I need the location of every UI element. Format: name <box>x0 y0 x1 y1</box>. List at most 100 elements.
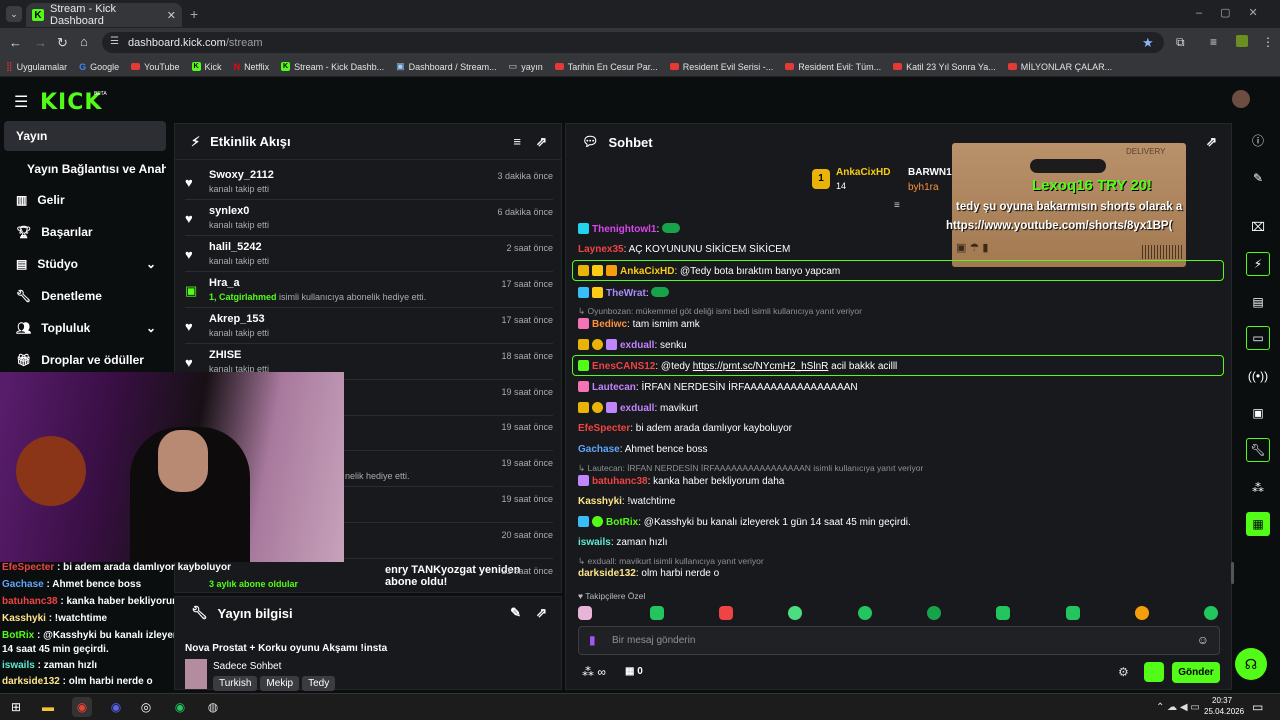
emote-icon[interactable] <box>1135 606 1149 620</box>
chat-message[interactable]: AnkaCixHD: @Tedy bota bıraktım banyo yap… <box>578 265 840 277</box>
chat-message[interactable]: Gachase: Ahmet bence boss <box>578 444 708 455</box>
bookmark-google[interactable]: G Google <box>79 62 119 72</box>
chat-message[interactable]: Kasshyki: !watchtime <box>578 496 675 507</box>
chat-message[interactable]: exduall: senku <box>578 339 687 351</box>
emote-icon[interactable] <box>996 606 1010 620</box>
sidebar-item-droplar[interactable]: 🎁︎ Droplar ve ödüller <box>4 345 166 375</box>
sidebar-item-denetleme[interactable]: 🔧︎ Denetleme <box>4 281 166 311</box>
points-display[interactable]: ⁂ ∞ <box>582 665 606 679</box>
popout-icon[interactable]: ⇗ <box>536 605 547 621</box>
xbox-icon[interactable]: ◉ <box>170 697 190 717</box>
print-icon[interactable]: ▣ <box>1246 401 1270 425</box>
expand-pinned-icon[interactable]: ≡ <box>894 200 900 211</box>
emote-icon[interactable] <box>650 606 664 620</box>
chat-message[interactable]: Lautecan: İRFAN NERDESİN İRFAAAAAAAAAAAA… <box>578 381 858 393</box>
activity-event[interactable]: ▣ Hra_a 1, Catgirlahmed isimli kullanıcıya… <box>185 273 553 308</box>
file-explorer-icon[interactable]: ▬ <box>38 697 58 717</box>
activity-event[interactable]: ♥ Swoxy_2112 kanalı takip etti 3 dakika önc… <box>185 165 553 200</box>
chat-scrollbar[interactable] <box>1231 562 1234 584</box>
bookmark-folder[interactable]: ▭ yayın <box>509 61 543 72</box>
clapperboard-icon[interactable]: ▦ <box>1246 512 1270 536</box>
discord-icon[interactable]: ◉ <box>106 697 126 717</box>
chat-message[interactable]: BotRix: @Kasshyki bu kanalı izleyerek 1 … <box>578 516 911 528</box>
activity-event[interactable]: ♥ Akrep_153 kanalı takip etti 17 saat önce <box>185 309 553 344</box>
activity-event[interactable]: ♥ synlex0 kanalı takip etti 6 dakika önce <box>185 201 553 236</box>
sidebar-item-yayin[interactable]: Yayın <box>4 121 166 151</box>
wrench-icon[interactable]: 🔧︎ <box>1246 438 1270 462</box>
browser-tab[interactable]: K Stream - Kick Dashboard ✕ <box>26 3 182 27</box>
bookmark-apps[interactable]: ⣿ Uygulamalar <box>6 61 67 72</box>
chat-message[interactable]: iswails: zaman hızlı <box>578 537 668 548</box>
chat-message[interactable]: TheWrat: <box>578 287 670 299</box>
bookmark-yt-1[interactable]: Tarihin En Cesur Par... <box>554 62 658 72</box>
extensions-icon[interactable]: ⧉ <box>1176 35 1185 50</box>
bookmark-yt-2[interactable]: Resident Evil Serisi -... <box>669 62 773 72</box>
bookmark-youtube[interactable]: YouTube <box>131 62 180 72</box>
emote-icon[interactable] <box>578 606 592 620</box>
chat-message[interactable]: EfeSpecter: bi adem arada damlıyor kaybo… <box>578 423 792 434</box>
chat-message[interactable]: Thenightowl1: <box>578 223 681 235</box>
emote-icon[interactable] <box>719 606 733 620</box>
notification-icon[interactable]: ▭ <box>1252 700 1263 714</box>
bookmark-stream[interactable]: K Stream - Kick Dashb... <box>281 62 384 72</box>
camera-icon[interactable]: ⌧ <box>1246 215 1270 239</box>
sidebar-item-basarilar[interactable]: 🏆︎ Başarılar <box>4 217 166 247</box>
emote-icon[interactable] <box>927 606 941 620</box>
send-button[interactable]: Gönder <box>1172 662 1220 683</box>
chat-link[interactable]: https://prnt.sc/NYcmH2_hSlnR <box>693 361 829 372</box>
chat-message[interactable]: darkside132: olm harbi nerde o <box>578 568 719 579</box>
window-controls[interactable]: –▢✕ <box>1196 6 1276 19</box>
bookmark-netflix[interactable]: N Netflix <box>234 62 270 72</box>
bookmark-kick[interactable]: K Kick <box>191 62 222 72</box>
obs-icon[interactable]: ◍ <box>203 697 223 717</box>
back-icon[interactable]: ← <box>9 35 22 50</box>
new-tab-icon[interactable]: + <box>190 6 198 22</box>
broadcast-icon[interactable]: ((•)) <box>1246 364 1270 388</box>
popout-icon[interactable]: ⇗ <box>536 134 547 150</box>
info-icon[interactable]: ⓘ <box>1246 128 1270 152</box>
steam-icon[interactable]: ◎ <box>136 697 156 717</box>
share-icon[interactable]: ⁂ <box>1246 476 1270 500</box>
chat-settings-icon[interactable]: ⚙ <box>1118 665 1129 679</box>
sidebar-item-gelir[interactable]: ▥ Gelir <box>4 185 166 215</box>
tag-chip[interactable]: Mekip <box>260 676 300 691</box>
gifts-display[interactable]: ▦ 0 <box>625 666 643 677</box>
url-field[interactable]: dashboard.kick.com/stream <box>102 32 1164 53</box>
tag-chip[interactable]: Turkish <box>213 676 258 691</box>
media-icon[interactable]: ≡ <box>1210 35 1217 49</box>
site-info-icon[interactable]: ☰ <box>110 36 119 47</box>
tag-chip[interactable]: Tedy <box>302 676 336 691</box>
emote-icon[interactable] <box>1066 606 1080 620</box>
tab-search-button[interactable]: ⌄ <box>6 6 22 22</box>
sidebar-item-stream-key[interactable]: Yayın Bağlantısı ve Anahtarı <box>4 154 166 184</box>
kick-bot-button[interactable] <box>1144 662 1164 682</box>
system-tray-icons[interactable]: ⌃ ☁ ◀ ▭ <box>1156 702 1200 713</box>
bookmark-yt-5[interactable]: MİLYONLAR ÇALAR... <box>1007 62 1112 72</box>
chat-input[interactable]: ▮ Bir mesaj gönderin ☺ <box>578 626 1220 655</box>
forward-icon[interactable]: → <box>34 35 47 50</box>
chat-message[interactable]: batuhanc38: kanka haber bekliyorum daha <box>578 475 784 487</box>
popout-icon[interactable]: ⇗ <box>1206 134 1217 150</box>
bookmark-yt-4[interactable]: Katil 23 Yıl Sonra Ya... <box>893 62 996 72</box>
document-icon[interactable]: ▤ <box>1246 290 1270 314</box>
chrome-icon[interactable]: ◉ <box>72 697 92 717</box>
chat-message[interactable]: Bediwc: tam ismim amk <box>578 318 700 330</box>
edit-icon[interactable]: ✎ <box>1246 166 1270 190</box>
hamburger-menu-icon[interactable]: ☰ <box>14 92 28 112</box>
emote-icon[interactable] <box>788 606 802 620</box>
home-icon[interactable]: ⌂ <box>80 34 88 49</box>
chat-message[interactable]: exduall: mavikurt <box>578 402 698 414</box>
start-icon[interactable]: ⊞ <box>6 697 26 717</box>
bookmark-yt-3[interactable]: Resident Evil: Tüm... <box>785 62 881 72</box>
sidebar-item-topluluk[interactable]: 👥︎ Topluluk ⌄ <box>4 313 166 343</box>
user-avatar[interactable] <box>1232 90 1250 108</box>
second-gifter-name[interactable]: BARWN1 <box>908 167 952 178</box>
sidebar-item-studyo[interactable]: ▤ Stüdyo ⌄ <box>4 249 166 279</box>
bolt-icon[interactable]: ⚡︎ <box>1246 252 1270 276</box>
profile-icon[interactable] <box>1236 35 1248 47</box>
chat-message[interactable]: Laynex35: AÇ KOYUNUNU SİKİCEM SİKİCEM <box>578 244 790 255</box>
bookmark-star-icon[interactable]: ★ <box>1142 35 1154 51</box>
chat-icon[interactable]: ▭ <box>1246 326 1270 350</box>
emote-icon[interactable] <box>858 606 872 620</box>
reload-icon[interactable]: ↻ <box>57 35 68 51</box>
